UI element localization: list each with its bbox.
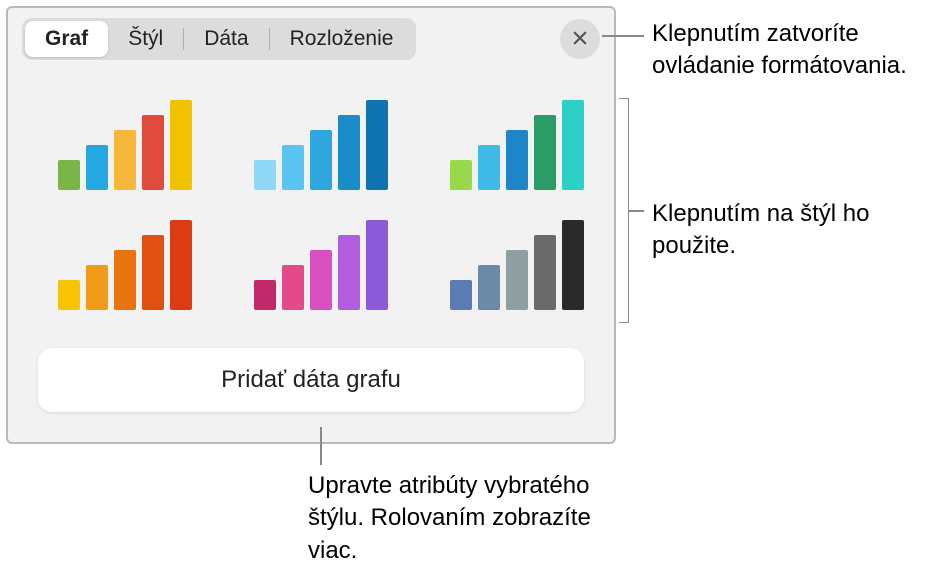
bar-icon xyxy=(254,280,276,310)
bracket-styles xyxy=(619,98,629,323)
leader-line xyxy=(602,35,644,37)
tab-data[interactable]: Dáta xyxy=(184,21,268,57)
callout-attributes-text: Upravte atribúty vybratého štýlu. Rolova… xyxy=(308,470,608,567)
bar-icon xyxy=(282,265,304,310)
bar-icon xyxy=(338,235,360,310)
chart-style-5[interactable] xyxy=(248,220,394,310)
close-icon xyxy=(571,29,589,50)
chart-style-2[interactable] xyxy=(248,100,394,190)
format-toolbar: Graf Štýl Dáta Rozloženie xyxy=(8,8,614,70)
bar-icon xyxy=(114,250,136,310)
bar-icon xyxy=(142,115,164,190)
chart-styles-grid xyxy=(8,70,614,330)
tab-chart[interactable]: Graf xyxy=(25,21,108,57)
leader-line xyxy=(629,210,644,212)
bar-icon xyxy=(282,145,304,190)
tab-style[interactable]: Štýl xyxy=(108,21,183,57)
bar-icon xyxy=(534,235,556,310)
bar-icon xyxy=(478,145,500,190)
callout-close-text: Klepnutím zatvoríte ovládanie formátovan… xyxy=(652,18,912,83)
bar-icon xyxy=(478,265,500,310)
bar-icon xyxy=(450,160,472,190)
bar-icon xyxy=(562,220,584,310)
bar-icon xyxy=(506,250,528,310)
chart-style-3[interactable] xyxy=(444,100,590,190)
bar-icon xyxy=(170,100,192,190)
leader-line xyxy=(320,427,322,465)
chart-style-6[interactable] xyxy=(444,220,590,310)
tab-layout[interactable]: Rozloženie xyxy=(270,21,414,57)
bar-icon xyxy=(338,115,360,190)
bar-icon xyxy=(562,100,584,190)
bar-icon xyxy=(86,145,108,190)
chart-style-4[interactable] xyxy=(52,220,198,310)
bar-icon xyxy=(534,115,556,190)
bar-icon xyxy=(366,220,388,310)
chart-style-1[interactable] xyxy=(52,100,198,190)
bar-icon xyxy=(170,220,192,310)
close-button[interactable] xyxy=(560,19,600,59)
bar-icon xyxy=(114,130,136,190)
bar-icon xyxy=(310,250,332,310)
bar-icon xyxy=(310,130,332,190)
bar-icon xyxy=(254,160,276,190)
bar-icon xyxy=(86,265,108,310)
bar-icon xyxy=(142,235,164,310)
tab-segmented-control: Graf Štýl Dáta Rozloženie xyxy=(22,18,416,60)
callout-style-text: Klepnutím na štýl ho použite. xyxy=(652,198,912,263)
bar-icon xyxy=(366,100,388,190)
bar-icon xyxy=(450,280,472,310)
bar-icon xyxy=(58,160,80,190)
format-panel: Graf Štýl Dáta Rozloženie Pridať dáta gr… xyxy=(6,6,616,444)
bar-icon xyxy=(506,130,528,190)
bar-icon xyxy=(58,280,80,310)
add-chart-data-button[interactable]: Pridať dáta grafu xyxy=(38,348,584,412)
